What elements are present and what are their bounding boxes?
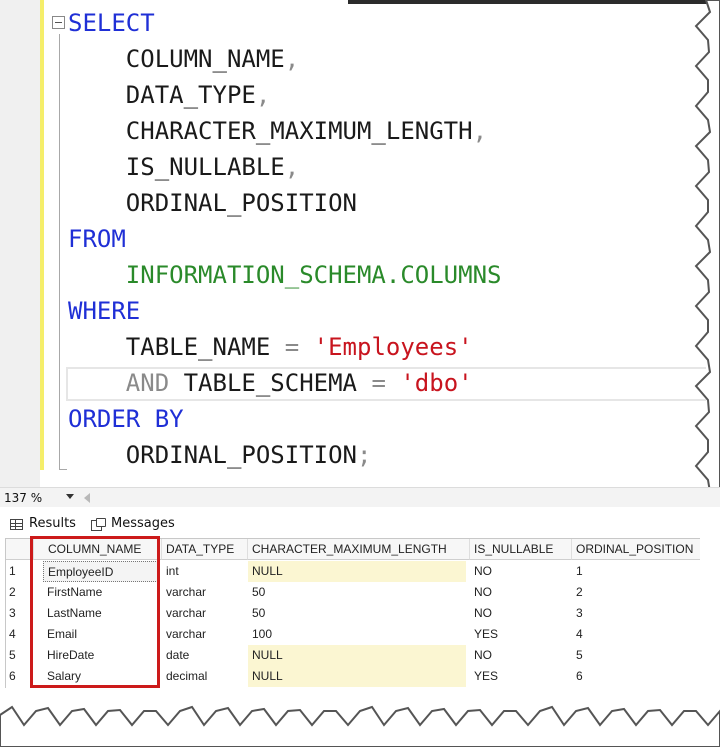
grid-cell[interactable]: 3	[572, 603, 700, 624]
column-header[interactable]: IS_NULLABLE	[470, 539, 572, 560]
code-token: FROM	[68, 225, 126, 253]
grid-cell[interactable]: varchar	[162, 603, 244, 624]
query-editor[interactable]: SELECT COLUMN_NAME, DATA_TYPE, CHARACTER…	[0, 0, 720, 487]
code-token: WHERE	[68, 297, 141, 325]
code-token: 'Employees'	[313, 333, 473, 361]
code-token: CHARACTER_MAXIMUM_LENGTH	[68, 117, 473, 145]
fold-guide-line	[59, 34, 60, 470]
code-line[interactable]: ORDINAL_POSITION;	[68, 438, 372, 472]
grid-cell[interactable]: 5	[572, 645, 700, 666]
grid-cell[interactable]: YES	[470, 666, 568, 687]
editor-tab-strip	[348, 0, 720, 4]
grid-cell[interactable]: 2	[572, 582, 700, 603]
torn-edge-right	[694, 0, 720, 487]
grid-cell[interactable]: decimal	[162, 666, 244, 687]
tab-results-label: Results	[29, 516, 76, 531]
code-line[interactable]: INFORMATION_SCHEMA.COLUMNS	[68, 258, 502, 292]
code-token: COLUMN_NAME	[68, 45, 285, 73]
torn-edge-bottom	[0, 705, 720, 747]
grid-cell[interactable]: 4	[572, 624, 700, 645]
results-tabbar: Results Messages	[0, 507, 720, 537]
code-token: ,	[472, 117, 488, 145]
code-token: ORDINAL_POSITION	[68, 189, 357, 217]
editor-gutter	[0, 0, 40, 487]
grid-cell[interactable]: date	[162, 645, 244, 666]
code-token: AND	[125, 369, 170, 397]
column-header[interactable]: DATA_TYPE	[162, 539, 248, 560]
code-token: =	[371, 369, 386, 397]
code-line[interactable]: TABLE_NAME = 'Employees'	[68, 330, 473, 364]
grid-cell[interactable]: 100	[248, 624, 466, 645]
code-token: ORDINAL_POSITION	[68, 441, 357, 469]
code-line[interactable]: IS_NULLABLE,	[68, 150, 299, 184]
code-token: DATA_TYPE	[68, 81, 256, 109]
code-token: 'dbo'	[400, 369, 473, 397]
code-line[interactable]: SELECT	[68, 6, 155, 40]
grid-cell[interactable]: NO	[470, 645, 568, 666]
zoom-level: 137 %	[4, 491, 43, 505]
code-token: ,	[284, 153, 300, 181]
code-token: SELECT	[68, 9, 155, 37]
code-token: ,	[284, 45, 300, 73]
grid-cell[interactable]: 1	[572, 561, 700, 582]
grid-cell[interactable]: 50	[248, 603, 466, 624]
code-token: TABLE_SCHEMA	[169, 369, 372, 397]
code-line[interactable]: FROM	[68, 222, 126, 256]
collapse-icon[interactable]	[52, 16, 65, 29]
fold-guide-end	[59, 469, 67, 470]
grid-cell[interactable]: NULL	[248, 645, 466, 666]
tab-results[interactable]: Results	[10, 515, 76, 533]
code-token: ;	[356, 441, 372, 469]
code-token: IS_NULLABLE	[68, 153, 285, 181]
code-line[interactable]: WHERE	[68, 294, 140, 328]
grid-cell[interactable]: varchar	[162, 582, 244, 603]
code-line[interactable]: ORDER BY	[68, 402, 184, 436]
column-header[interactable]: ORDINAL_POSITION	[572, 539, 700, 560]
column-header[interactable]: CHARACTER_MAXIMUM_LENGTH	[248, 539, 470, 560]
grid-cell[interactable]: NULL	[248, 666, 466, 687]
code-token: ORDER BY	[68, 405, 184, 433]
code-line[interactable]: DATA_TYPE,	[68, 78, 271, 112]
code-line[interactable]: ORDINAL_POSITION	[68, 186, 357, 220]
grid-cell[interactable]: int	[162, 561, 244, 582]
column-highlight-box	[30, 536, 160, 688]
grid-cell[interactable]: NO	[470, 582, 568, 603]
code-line[interactable]: AND TABLE_SCHEMA = 'dbo'	[68, 366, 473, 400]
code-token: =	[284, 333, 300, 361]
grid-cell[interactable]: NO	[470, 561, 568, 582]
grid-cell[interactable]: NULL	[248, 561, 466, 582]
chevron-down-icon[interactable]	[66, 494, 74, 499]
grid-cell[interactable]: varchar	[162, 624, 244, 645]
tab-messages[interactable]: Messages	[91, 515, 175, 533]
code-line[interactable]: CHARACTER_MAXIMUM_LENGTH,	[68, 114, 487, 148]
grid-cell[interactable]: NO	[470, 603, 568, 624]
editor-status-bar: 137 %	[0, 487, 720, 507]
code-token: TABLE_NAME	[68, 333, 285, 361]
messages-icon	[91, 518, 106, 531]
grid-icon	[10, 518, 23, 530]
code-line[interactable]: COLUMN_NAME,	[68, 42, 299, 76]
code-token: ,	[255, 81, 271, 109]
code-token: INFORMATION_SCHEMA.COLUMNS	[68, 261, 502, 289]
grid-cell[interactable]: YES	[470, 624, 568, 645]
scroll-left-icon[interactable]	[84, 493, 90, 503]
tab-messages-label: Messages	[111, 516, 175, 531]
changed-lines-indicator	[40, 0, 44, 470]
grid-cell[interactable]: 50	[248, 582, 466, 603]
grid-cell[interactable]: 6	[572, 666, 700, 687]
